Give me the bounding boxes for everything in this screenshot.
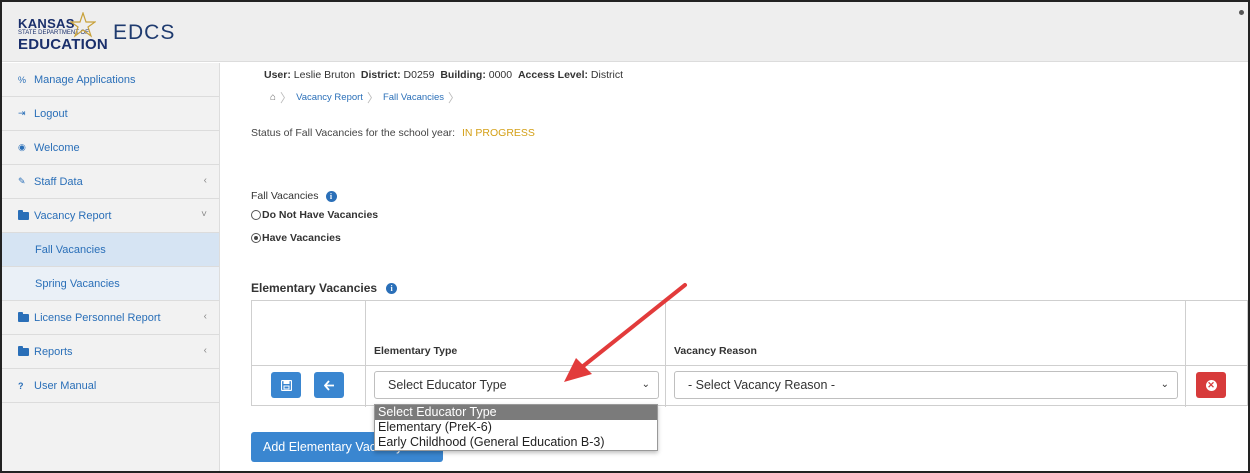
user-info-line: User: Leslie Bruton District: D0259 Buil… [264, 69, 623, 81]
sidebar-item-label: Staff Data [34, 175, 83, 188]
sidebar-item-reports[interactable]: Reports ‹ [2, 335, 219, 369]
access-level-value: District [590, 69, 624, 81]
pencil-icon: ✎ [18, 176, 26, 186]
home-icon[interactable]: ⌂ [270, 92, 276, 103]
radio-button[interactable] [251, 210, 261, 220]
status-value: IN PROGRESS [462, 127, 535, 139]
radio-label: Have Vacancies [262, 232, 341, 244]
sitemap-icon: % [18, 74, 27, 85]
elementary-vacancies-table: Elementary Type Vacancy Reason Select Ed… [251, 300, 1248, 407]
educator-type-value: Select Educator Type [388, 378, 507, 392]
dropdown-option[interactable]: Elementary (PreK-6) [375, 420, 657, 435]
vacancy-reason-value: - Select Vacancy Reason - [688, 378, 836, 392]
breadcrumb-separator: 〉 [448, 91, 461, 105]
delete-row-button[interactable]: ✕ [1196, 372, 1226, 398]
chevron-down-icon: ⌄ [1160, 379, 1169, 390]
sidebar-item-license-personnel-report[interactable]: License Personnel Report ‹ [2, 301, 219, 335]
sidebar-item-label: User Manual [34, 379, 97, 392]
access-level-label: Access Level: [517, 69, 588, 81]
info-icon[interactable]: i [386, 282, 398, 294]
sidebar-item-user-manual[interactable]: ? User Manual [2, 369, 219, 403]
fall-vacancies-label: Fall Vacancies i [251, 190, 337, 202]
district-label: District: [360, 69, 401, 81]
status-line: Status of Fall Vacancies for the school … [251, 127, 535, 139]
app-title: EDCS [113, 21, 176, 44]
building-label: Building: [440, 69, 486, 81]
user-menu-icon[interactable] [1239, 10, 1244, 15]
radio-do-not-have-vacancies[interactable]: Do Not Have Vacancies [251, 209, 378, 221]
fall-vacancies-text: Fall Vacancies [251, 190, 319, 202]
vacancy-reason-select[interactable]: - Select Vacancy Reason - ⌄ [674, 371, 1178, 399]
sidebar: % Manage Applications ⇥ Logout ◉ Welcome… [2, 63, 220, 471]
save-button[interactable] [271, 372, 301, 398]
chevron-left-icon: ‹ [203, 311, 207, 322]
sidebar-item-vacancy-report[interactable]: Vacancy Report ˅ [2, 199, 219, 233]
breadcrumb-fall-vacancies[interactable]: Fall Vacancies [383, 92, 444, 103]
sidebar-item-fall-vacancies[interactable]: Fall Vacancies [2, 233, 219, 267]
ksde-logo[interactable]: KANSAS STATE DEPARTMENT OF EDUCATION [18, 12, 108, 54]
logo-line-1: KANSAS [18, 16, 75, 31]
sidebar-item-label: Manage Applications [34, 73, 136, 86]
folder-icon [18, 345, 30, 356]
column-header-vacancy-reason: Vacancy Reason [674, 345, 757, 357]
app-window: KANSAS STATE DEPARTMENT OF EDUCATION EDC… [0, 0, 1250, 473]
radio-label: Do Not Have Vacancies [262, 209, 379, 221]
breadcrumb-separator: 〉 [366, 91, 379, 105]
dropdown-option[interactable]: Select Educator Type [375, 405, 657, 420]
educator-type-dropdown[interactable]: Select Educator Type Elementary (PreK-6)… [374, 404, 658, 451]
main-content: User: Leslie Bruton District: D0259 Buil… [220, 63, 1248, 471]
sidebar-item-label: Fall Vacancies [35, 243, 106, 256]
sidebar-item-welcome[interactable]: ◉ Welcome [2, 131, 219, 165]
header: KANSAS STATE DEPARTMENT OF EDUCATION EDC… [2, 2, 1248, 62]
chevron-left-icon: ‹ [203, 175, 207, 186]
section-title-text: Elementary Vacancies [251, 281, 378, 295]
sidebar-item-label: Welcome [34, 141, 80, 154]
logo-line-3: EDUCATION [18, 36, 108, 53]
folder-icon [18, 209, 30, 220]
sidebar-item-label: Logout [34, 107, 68, 120]
breadcrumb: ⌂ 〉 Vacancy Report 〉 Fall Vacancies 〉 [270, 89, 464, 106]
elementary-vacancies-title: Elementary Vacancies i [251, 281, 398, 295]
sidebar-item-manage-applications[interactable]: % Manage Applications [2, 63, 219, 97]
back-button[interactable] [314, 372, 344, 398]
logout-icon: ⇥ [18, 108, 26, 118]
building-value: 0000 [488, 69, 513, 81]
sidebar-item-label: Vacancy Report [34, 209, 112, 222]
arrow-left-icon [323, 379, 334, 391]
sidebar-item-label: Reports [34, 345, 73, 358]
sidebar-item-staff-data[interactable]: ✎ Staff Data ‹ [2, 165, 219, 199]
sidebar-item-spring-vacancies[interactable]: Spring Vacancies [2, 267, 219, 301]
save-icon [280, 379, 292, 391]
star-icon [70, 12, 96, 38]
user-value: Leslie Bruton [293, 69, 356, 81]
close-icon: ✕ [1205, 379, 1217, 391]
info-icon[interactable]: i [325, 190, 337, 202]
folder-icon [18, 311, 30, 322]
status-label: Status of Fall Vacancies for the school … [251, 127, 456, 139]
chevron-down-icon: ˅ [201, 209, 207, 220]
breadcrumb-separator: 〉 [280, 91, 293, 105]
sidebar-item-logout[interactable]: ⇥ Logout [2, 97, 219, 131]
radio-button[interactable] [251, 233, 261, 243]
district-value: D0259 [403, 69, 435, 81]
column-header-elementary-type: Elementary Type [374, 345, 458, 357]
sidebar-item-label: License Personnel Report [34, 311, 161, 324]
breadcrumb-vacancy-report[interactable]: Vacancy Report [296, 92, 363, 103]
sidebar-item-label: Spring Vacancies [35, 277, 120, 290]
question-icon: ? [18, 380, 24, 391]
radio-have-vacancies[interactable]: Have Vacancies [251, 232, 341, 244]
dashboard-icon: ◉ [18, 142, 26, 152]
educator-type-select[interactable]: Select Educator Type ⌄ [374, 371, 659, 399]
dropdown-option[interactable]: Early Childhood (General Education B-3) [375, 435, 657, 450]
chevron-left-icon: ‹ [203, 345, 207, 356]
chevron-down-icon: ⌄ [641, 379, 650, 390]
user-label: User: [264, 69, 291, 81]
